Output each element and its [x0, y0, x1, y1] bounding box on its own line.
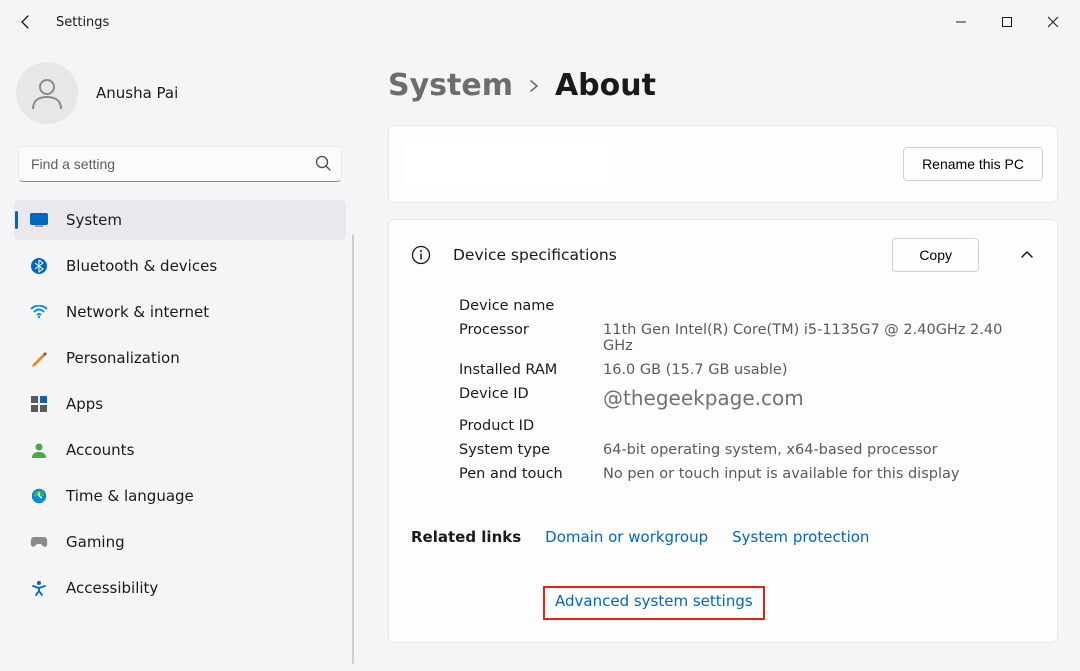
spec-label-system-type: System type: [459, 442, 579, 458]
rename-pc-button[interactable]: Rename this PC: [903, 147, 1043, 181]
sidebar-item-system[interactable]: System: [14, 200, 346, 240]
sidebar-item-label: Bluetooth & devices: [66, 257, 217, 275]
user-name: Anusha Pai: [96, 84, 178, 102]
spec-label-processor: Processor: [459, 322, 579, 338]
device-specifications-card: Device specifications Copy Device name P…: [388, 219, 1058, 643]
device-specifications-title: Device specifications: [453, 246, 617, 264]
system-icon: [30, 211, 48, 229]
breadcrumb-parent[interactable]: System: [388, 68, 513, 103]
gaming-icon: [30, 533, 48, 551]
sidebar-item-accessibility[interactable]: Accessibility: [14, 568, 346, 608]
maximize-button[interactable]: [984, 2, 1030, 42]
sidebar-item-label: System: [66, 211, 122, 229]
sidebar-item-label: Accessibility: [66, 579, 158, 597]
avatar[interactable]: [16, 62, 78, 124]
breadcrumb-current: About: [555, 68, 656, 103]
breadcrumb: System About: [388, 68, 1058, 103]
arrow-left-icon: [18, 14, 34, 30]
spec-value-system-type: 64-bit operating system, x64-based proce…: [603, 442, 1035, 458]
spec-value-ram: 16.0 GB (15.7 GB usable): [603, 362, 1035, 378]
back-button[interactable]: [4, 0, 48, 44]
accessibility-icon: [30, 579, 48, 597]
sidebar-item-label: Gaming: [66, 533, 125, 551]
window-title: Settings: [56, 15, 109, 30]
search-input[interactable]: [18, 146, 342, 182]
rename-card: Rename this PC: [388, 125, 1058, 203]
pc-name-placeholder: [403, 138, 615, 190]
sidebar-item-network[interactable]: Network & internet: [14, 292, 346, 332]
scrollbar[interactable]: [352, 234, 354, 664]
search-icon: [314, 154, 332, 172]
personalization-icon: [30, 349, 48, 367]
close-button[interactable]: [1030, 2, 1076, 42]
sidebar-item-accounts[interactable]: Accounts: [14, 430, 346, 470]
close-icon: [1047, 16, 1059, 28]
link-system-protection[interactable]: System protection: [732, 528, 869, 546]
sidebar-item-label: Network & internet: [66, 303, 209, 321]
chevron-up-icon[interactable]: [1019, 247, 1035, 263]
apps-icon: [30, 395, 48, 413]
maximize-icon: [1001, 16, 1013, 28]
link-domain-workgroup[interactable]: Domain or workgroup: [545, 528, 708, 546]
spec-value-processor: 11th Gen Intel(R) Core(TM) i5-1135G7 @ 2…: [603, 322, 1035, 354]
spec-label-device-name: Device name: [459, 298, 579, 314]
sidebar-item-bluetooth[interactable]: Bluetooth & devices: [14, 246, 346, 286]
minimize-icon: [955, 16, 967, 28]
sidebar-item-gaming[interactable]: Gaming: [14, 522, 346, 562]
sidebar-item-personalization[interactable]: Personalization: [14, 338, 346, 378]
minimize-button[interactable]: [938, 2, 984, 42]
sidebar-item-label: Time & language: [66, 487, 194, 505]
copy-button[interactable]: Copy: [892, 238, 979, 272]
time-icon: [30, 487, 48, 505]
person-icon: [27, 73, 67, 113]
chevron-right-icon: [527, 79, 541, 93]
accounts-icon: [30, 441, 48, 459]
link-advanced-system-settings[interactable]: Advanced system settings: [555, 592, 753, 610]
spec-label-device-id: Device ID: [459, 386, 579, 402]
spec-label-pen-touch: Pen and touch: [459, 466, 579, 482]
spec-label-product-id: Product ID: [459, 418, 579, 434]
sidebar-item-label: Personalization: [66, 349, 180, 367]
info-icon: [411, 245, 431, 265]
bluetooth-icon: [30, 257, 48, 275]
watermark: @thegeekpage.com: [603, 386, 1035, 410]
spec-label-ram: Installed RAM: [459, 362, 579, 378]
sidebar-item-label: Accounts: [66, 441, 134, 459]
sidebar-item-apps[interactable]: Apps: [14, 384, 346, 424]
wifi-icon: [30, 303, 48, 321]
sidebar-item-label: Apps: [66, 395, 103, 413]
sidebar-item-time[interactable]: Time & language: [14, 476, 346, 516]
highlighted-link: Advanced system settings: [543, 586, 765, 620]
spec-value-pen-touch: No pen or touch input is available for t…: [603, 466, 1035, 482]
related-links-label: Related links: [411, 528, 521, 546]
